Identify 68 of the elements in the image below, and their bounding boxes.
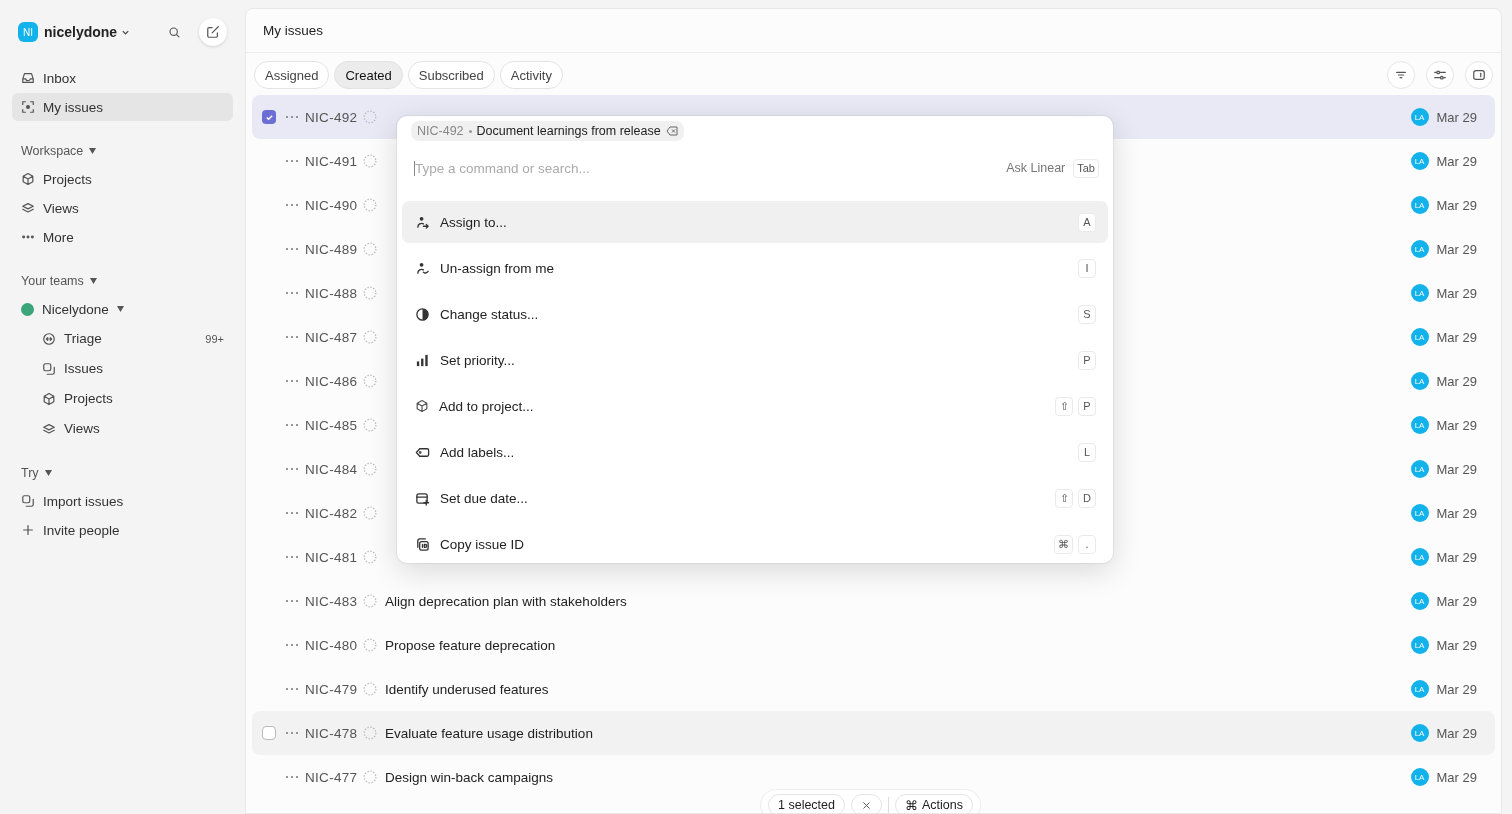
assignee-avatar: LA bbox=[1410, 460, 1429, 478]
issue-id: NIC-490 bbox=[305, 197, 359, 213]
shortcut-key: P bbox=[1078, 396, 1096, 416]
issue-date: Mar 29 bbox=[1436, 461, 1477, 477]
shortcut-key: ⇧ bbox=[1055, 396, 1073, 416]
issue-id: NIC-481 bbox=[305, 549, 359, 565]
shortcut-key: ⌘ bbox=[1054, 534, 1073, 554]
shortcut-key: D bbox=[1078, 488, 1096, 508]
issue-date: Mar 29 bbox=[1436, 681, 1477, 697]
issue-id: NIC-483 bbox=[305, 593, 359, 609]
assignee-avatar: LA bbox=[1410, 680, 1429, 698]
assignee-avatar: LA bbox=[1410, 636, 1429, 654]
issue-title: Propose feature deprecation bbox=[385, 637, 556, 653]
issue-date: Mar 29 bbox=[1436, 769, 1477, 785]
assignee-avatar: LA bbox=[1410, 592, 1429, 610]
assignee-avatar: LA bbox=[1410, 108, 1429, 126]
issue-id: NIC-485 bbox=[305, 417, 359, 433]
shortcut-key: S bbox=[1078, 304, 1096, 324]
shortcut-key: . bbox=[1078, 534, 1096, 554]
issue-id: NIC-484 bbox=[305, 461, 359, 477]
shortcut-key: ⇧ bbox=[1055, 488, 1073, 508]
issue-date: Mar 29 bbox=[1436, 329, 1477, 345]
assignee-avatar: LA bbox=[1410, 372, 1429, 390]
issue-id: NIC-477 bbox=[305, 769, 359, 785]
shortcut-key: A bbox=[1078, 212, 1096, 232]
issue-date: Mar 29 bbox=[1436, 197, 1477, 213]
shortcut-key: Tab bbox=[1073, 158, 1099, 178]
issue-id: NIC-488 bbox=[305, 285, 359, 301]
issue-id: NIC-487 bbox=[305, 329, 359, 345]
issue-title: Evaluate feature usage distribution bbox=[385, 725, 593, 741]
issue-id: NIC-478 bbox=[305, 725, 359, 741]
issue-date: Mar 29 bbox=[1436, 725, 1477, 741]
issue-date: Mar 29 bbox=[1436, 637, 1477, 653]
issue-id: NIC-480 bbox=[305, 637, 359, 653]
shortcut-key: L bbox=[1078, 442, 1096, 462]
issue-date: Mar 29 bbox=[1436, 505, 1477, 521]
issue-date: Mar 29 bbox=[1436, 109, 1477, 125]
issue-date: Mar 29 bbox=[1436, 373, 1477, 389]
assignee-avatar: LA bbox=[1410, 196, 1429, 214]
issue-id: NIC-486 bbox=[305, 373, 359, 389]
assignee-avatar: LA bbox=[1410, 328, 1429, 346]
issue-title: Align deprecation plan with stakeholders bbox=[385, 593, 627, 609]
issue-date: Mar 29 bbox=[1436, 241, 1477, 257]
shortcut-key: P bbox=[1078, 350, 1096, 370]
assignee-avatar: LA bbox=[1410, 240, 1429, 258]
page-title: My issues bbox=[263, 23, 323, 38]
assignee-avatar: LA bbox=[1410, 768, 1429, 786]
issue-date: Mar 29 bbox=[1436, 417, 1477, 433]
issue-id: NIC-489 bbox=[305, 241, 359, 257]
issue-id: NIC-492 bbox=[305, 109, 359, 125]
assignee-avatar: LA bbox=[1410, 504, 1429, 522]
assignee-avatar: LA bbox=[1410, 548, 1429, 566]
assignee-avatar: LA bbox=[1410, 284, 1429, 302]
shortcut-key: I bbox=[1078, 258, 1096, 278]
ask-label: Ask Linear bbox=[1006, 161, 1066, 175]
issue-id: NIC-491 bbox=[305, 153, 359, 169]
issue-title: Identify underused features bbox=[385, 681, 549, 697]
issue-date: Mar 29 bbox=[1436, 593, 1477, 609]
assignee-avatar: LA bbox=[1410, 152, 1429, 170]
issue-date: Mar 29 bbox=[1436, 153, 1477, 169]
issue-id: NIC-482 bbox=[305, 505, 359, 521]
assignee-avatar: LA bbox=[1410, 416, 1429, 434]
assignee-avatar: LA bbox=[1410, 724, 1429, 742]
count-label: 99+ bbox=[205, 332, 224, 345]
issue-date: Mar 29 bbox=[1436, 549, 1477, 565]
issue-date: Mar 29 bbox=[1436, 285, 1477, 301]
issue-id: NIC-479 bbox=[305, 681, 359, 697]
issue-title: Design win-back campaigns bbox=[385, 769, 554, 785]
